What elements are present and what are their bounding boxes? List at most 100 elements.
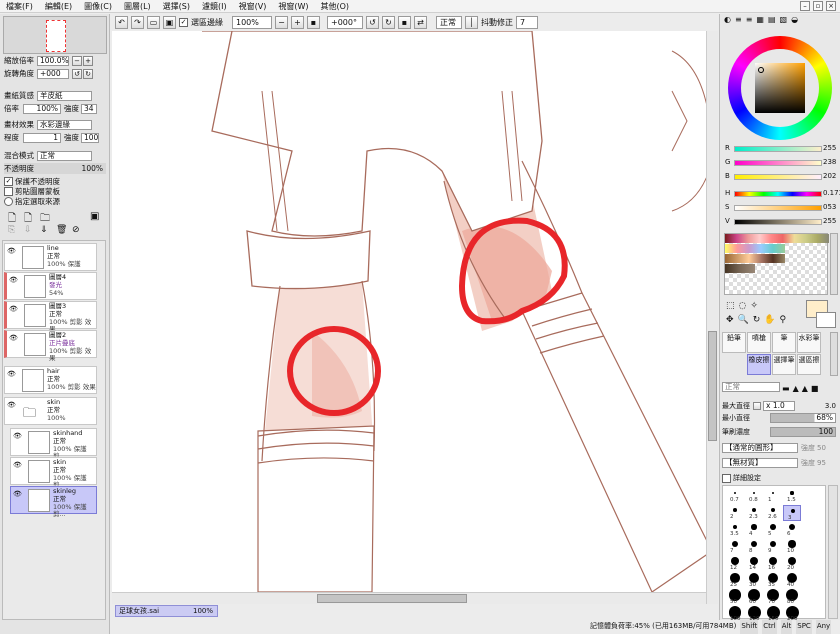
lasso-icon[interactable]: ◌ (739, 301, 747, 311)
brush-size-cell[interactable]: 50 (726, 589, 744, 606)
horizontal-scroll-thumb[interactable] (317, 594, 467, 603)
brush-size-cell[interactable]: 9 (764, 539, 782, 555)
brush-shape-flat-icon[interactable]: ▬ (782, 384, 790, 393)
rect-select-icon[interactable]: ⬚ (726, 301, 735, 311)
palette-tab-icon[interactable]: ▤ (768, 15, 776, 24)
layer-folder[interactable]: 👁 🗀 skin 正常 100% (4, 397, 97, 425)
layer-item-selected[interactable]: 👁 skinleg 正常 100% 保護 剪... (10, 486, 97, 518)
select-source-radio[interactable] (4, 197, 13, 206)
menu-select[interactable]: 選擇(S) (163, 1, 190, 12)
drawing-canvas[interactable] (112, 31, 706, 592)
minimize-button[interactable]: – (800, 1, 810, 11)
mask-icon[interactable]: ▣ (90, 211, 99, 222)
select-pen-tool[interactable]: 選擇筆 (772, 354, 796, 375)
brush-size-grid[interactable]: 0.7 0.8 1 1.5 2 2.3 2.6 3 3.5 4 5 6 7 8 9 10 12 14 16 20 25 3… (722, 485, 826, 622)
density-slider[interactable]: 100 (770, 426, 836, 437)
eye-icon[interactable]: 👁 (7, 370, 16, 379)
brush-size-cell[interactable]: 14 (745, 556, 763, 572)
eye-icon[interactable]: 👁 (7, 401, 16, 410)
brush-size-cell[interactable]: 10 (783, 539, 801, 555)
merge-down-icon[interactable]: ⇩ (24, 225, 32, 235)
horizontal-scrollbar[interactable] (112, 592, 706, 604)
swatch-tab-icon[interactable]: ▦ (756, 15, 764, 24)
menu-edit[interactable]: 編輯(E) (45, 1, 72, 12)
brush-size-cell[interactable]: 35 (764, 572, 782, 589)
swatch-grid[interactable] (724, 233, 829, 295)
protect-opacity-checkbox[interactable]: ✓ (4, 177, 13, 186)
restore-button[interactable]: ▫ (813, 1, 823, 11)
brush-size-cell[interactable]: 12 (726, 556, 744, 572)
brush-size-cell[interactable]: 40 (783, 572, 801, 589)
navigator-preview[interactable] (3, 16, 107, 54)
rotate-field[interactable]: +000° (327, 16, 363, 29)
nav-zoom-value[interactable]: 100.0% (37, 55, 69, 66)
scratchpad-tab-icon[interactable]: ▧ (780, 15, 788, 24)
pencil-tool[interactable]: 鉛筆 (722, 332, 746, 353)
g-slider[interactable] (734, 160, 822, 166)
pen-tool[interactable]: 筆 (772, 332, 796, 353)
hand-icon[interactable]: ✋ (764, 315, 775, 325)
brush-size-cell[interactable]: 1.5 (783, 488, 801, 504)
menu-other[interactable]: 其他(O) (320, 1, 349, 12)
rgb-tab-icon[interactable]: ≡ (735, 15, 742, 24)
nav-rotate-left-icon[interactable]: ↺ (72, 68, 82, 79)
invert-select-icon[interactable]: ▣ (163, 16, 176, 29)
brush-size-cell[interactable]: 25 (726, 573, 744, 589)
zoom-out-icon[interactable]: − (275, 16, 288, 29)
brush-size-cell[interactable]: 3 (783, 505, 801, 521)
zoom-reset-icon[interactable]: ▪ (307, 16, 320, 29)
watercolor-tool[interactable]: 水彩筆 (797, 332, 821, 353)
mixer-tab-icon[interactable]: ◒ (791, 15, 798, 24)
brush-size-cell[interactable]: 2 (726, 505, 744, 521)
vertical-scroll-thumb[interactable] (708, 331, 717, 441)
clip-layer-checkbox[interactable] (4, 187, 13, 196)
layer-item[interactable]: 👁 hair 正常 100% 剪影 效果 (4, 366, 97, 394)
zoom-field[interactable]: 100% (232, 16, 272, 29)
hsv-tab-icon[interactable]: ≡ (746, 15, 753, 24)
paper-texture-select[interactable]: 羊皮紙 (37, 90, 92, 101)
copy-layer-icon[interactable]: ⎘ (8, 225, 15, 235)
brush-shape-hard-icon[interactable]: ■ (811, 384, 819, 393)
flip-icon[interactable]: ⇄ (414, 16, 427, 29)
brush-size-cell[interactable]: 200 (783, 605, 801, 623)
select-eraser-tool[interactable]: 選區擦 (797, 354, 821, 375)
vertical-scrollbar[interactable] (706, 31, 718, 604)
max-size-toggle[interactable] (753, 401, 761, 410)
rotate-reset-icon[interactable]: ▪ (398, 16, 411, 29)
close-icon[interactable]: × (826, 1, 836, 11)
brush-size-cell[interactable]: 0.8 (745, 488, 763, 504)
brush-size-cell[interactable]: 3.5 (726, 522, 744, 538)
merge-all-icon[interactable]: ⇓ (40, 225, 48, 235)
nav-zoom-out-icon[interactable]: − (72, 55, 82, 66)
color-wheel-tab-icon[interactable]: ◐ (724, 15, 731, 24)
paper-strength-value[interactable]: 34 (81, 103, 97, 114)
material-effect-select[interactable]: 水彩邊緣 (37, 119, 92, 130)
brush-size-cell[interactable]: 5 (764, 522, 782, 538)
eye-icon[interactable]: 👁 (9, 305, 18, 314)
brush-size-cell[interactable]: 1 (764, 488, 782, 504)
stabilizer-field[interactable]: 7 (516, 16, 538, 29)
redo-icon[interactable]: ↷ (131, 16, 144, 29)
rotate-left-icon[interactable]: ↺ (366, 16, 379, 29)
eye-icon[interactable]: 👁 (13, 432, 22, 441)
color-picker-cursor[interactable] (758, 67, 764, 73)
airbrush-tool[interactable]: 噴槍 (747, 332, 771, 353)
blend-mode-field[interactable]: 正常 (436, 16, 462, 29)
nav-zoom-in-icon[interactable]: + (83, 55, 93, 66)
stabilizer-icon[interactable]: │ (465, 16, 478, 29)
paper-scale-value[interactable]: 100% (23, 103, 61, 114)
eye-icon[interactable]: 👁 (13, 461, 22, 470)
material-strength-value[interactable]: 100 (81, 132, 99, 143)
menu-filter[interactable]: 濾鏡(I) (202, 1, 227, 12)
v-slider[interactable] (734, 219, 822, 225)
document-tab[interactable]: 足球女孩.sai 100% (115, 605, 218, 617)
brush-size-cell[interactable]: 6 (783, 522, 801, 538)
opacity-row[interactable]: 不透明度 100% (4, 163, 106, 174)
brush-size-cell[interactable]: 16 (764, 556, 782, 572)
magic-wand-icon[interactable]: ✧ (750, 301, 758, 311)
undo-icon[interactable]: ↶ (115, 16, 128, 29)
brush-size-cell[interactable]: 4 (745, 522, 763, 538)
sub-color-swatch[interactable] (816, 312, 836, 328)
brush-shape-select[interactable]: 【通常的圓形】 (722, 442, 798, 453)
max-size-mult[interactable]: x 1.0 (763, 400, 795, 411)
